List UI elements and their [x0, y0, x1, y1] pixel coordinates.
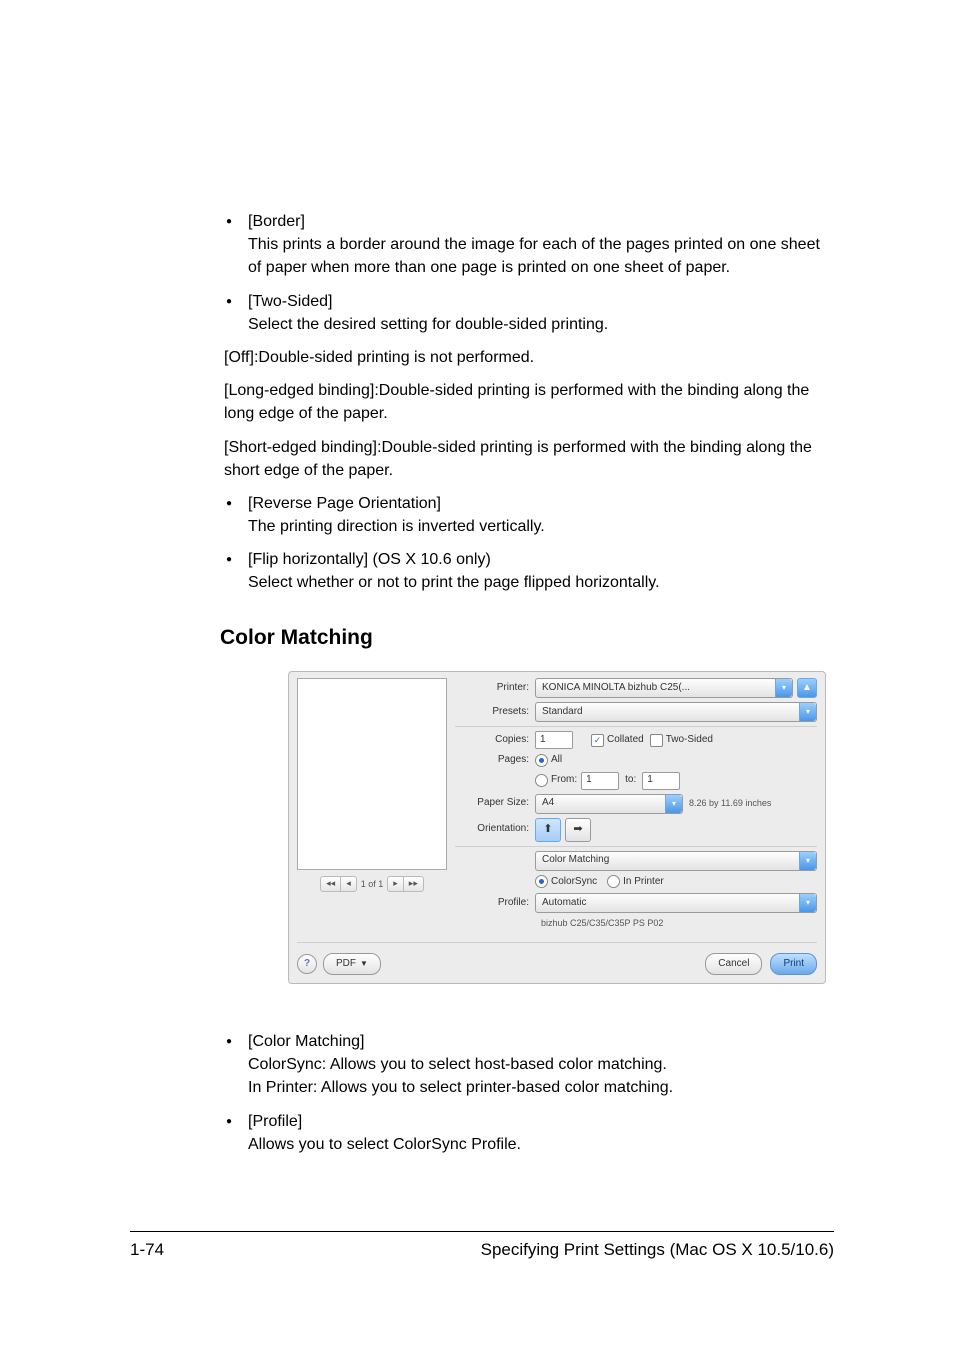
colorsync-radio[interactable]: [535, 875, 548, 888]
collated-checkbox[interactable]: ✓: [591, 734, 604, 747]
bullet-desc: ColorSync: Allows you to select host-bas…: [248, 1056, 667, 1073]
bullet-title: [Reverse Page Orientation]: [248, 492, 834, 515]
pages-all-label: All: [551, 753, 562, 768]
chevron-down-icon: ▼: [360, 958, 368, 970]
paper-size-note: 8.26 by 11.69 inches: [689, 797, 771, 810]
bullet-desc: Select whether or not to print the page …: [248, 574, 660, 591]
two-sided-label: Two-Sided: [666, 733, 713, 748]
bullet-title: [Profile]: [248, 1110, 834, 1133]
nav-prev-button[interactable]: ◂: [341, 876, 357, 892]
chevron-down-icon: ▾: [665, 795, 682, 813]
nav-last-button[interactable]: ▸▸: [404, 876, 424, 892]
nav-page-indicator: 1 of 1: [361, 878, 384, 891]
bullet-title: [Border]: [248, 210, 834, 233]
copies-input[interactable]: 1: [535, 731, 573, 749]
chevron-down-icon: ▾: [799, 894, 816, 912]
pages-all-radio[interactable]: [535, 754, 548, 767]
presets-select[interactable]: Standard▾: [535, 702, 817, 722]
pane-select[interactable]: Color Matching▾: [535, 851, 817, 871]
paragraph: [Off]:Double-sided printing is not perfo…: [224, 346, 834, 369]
orientation-label: Orientation:: [455, 822, 535, 837]
orientation-landscape-button[interactable]: ➡: [565, 818, 591, 842]
from-label: From:: [551, 773, 577, 788]
collated-label: Collated: [607, 733, 644, 748]
pdf-menu-button[interactable]: PDF▼: [323, 953, 381, 975]
cancel-button[interactable]: Cancel: [705, 953, 762, 975]
preview-pane: [297, 678, 447, 870]
printer-status-button[interactable]: ▲: [797, 678, 817, 698]
printer-select[interactable]: KONICA MINOLTA bizhub C25(...▾: [535, 678, 793, 698]
bullet-desc: Select the desired setting for double-si…: [248, 316, 608, 333]
nav-next-button[interactable]: ▸: [387, 876, 404, 892]
page-number: 1-74: [130, 1240, 164, 1260]
chevron-down-icon: ▾: [799, 852, 816, 870]
colorsync-label: ColorSync: [551, 875, 597, 890]
print-dialog: ◂◂ ◂ 1 of 1 ▸ ▸▸ Printer:: [288, 671, 826, 984]
copies-label: Copies:: [455, 733, 535, 748]
section-heading: Color Matching: [220, 623, 834, 653]
bullet-desc: This prints a border around the image fo…: [248, 236, 820, 276]
to-label: to:: [625, 773, 636, 788]
person-rotated-icon: ➡: [573, 822, 582, 838]
pages-range-radio[interactable]: [535, 774, 548, 787]
orientation-portrait-button[interactable]: ⬆: [535, 818, 561, 842]
bullet-title: [Flip horizontally] (OS X 10.6 only): [248, 548, 834, 571]
paragraph: [Short-edged binding]:Double-sided print…: [224, 436, 834, 482]
pages-to-input[interactable]: 1: [642, 772, 680, 790]
paragraph: [Long-edged binding]:Double-sided printi…: [224, 379, 834, 425]
paper-size-select[interactable]: A4▾: [535, 794, 683, 814]
profile-note: bizhub C25/C35/C35P PS P02: [541, 917, 663, 930]
profile-select[interactable]: Automatic▾: [535, 893, 817, 913]
pages-from-input[interactable]: 1: [581, 772, 619, 790]
profile-label: Profile:: [455, 896, 535, 911]
bullet-title: [Color Matching]: [248, 1030, 834, 1053]
footer-title: Specifying Print Settings (Mac OS X 10.5…: [481, 1240, 834, 1260]
bullet-desc: The printing direction is inverted verti…: [248, 518, 545, 535]
bullet-title: [Two-Sided]: [248, 290, 834, 313]
two-sided-checkbox[interactable]: [650, 734, 663, 747]
bullet-desc: In Printer: Allows you to select printer…: [248, 1079, 673, 1096]
bullet-desc: Allows you to select ColorSync Profile.: [248, 1136, 521, 1153]
nav-first-button[interactable]: ◂◂: [320, 876, 341, 892]
presets-label: Presets:: [455, 705, 535, 720]
printer-label: Printer:: [455, 681, 535, 696]
person-icon: ⬆: [543, 822, 552, 838]
help-button[interactable]: ?: [297, 954, 317, 974]
pages-label: Pages:: [455, 753, 535, 768]
in-printer-radio[interactable]: [607, 875, 620, 888]
print-button[interactable]: Print: [770, 953, 817, 975]
chevron-down-icon: ▾: [775, 679, 792, 697]
in-printer-label: In Printer: [623, 875, 664, 890]
paper-size-label: Paper Size:: [455, 796, 535, 811]
chevron-down-icon: ▾: [799, 703, 816, 721]
